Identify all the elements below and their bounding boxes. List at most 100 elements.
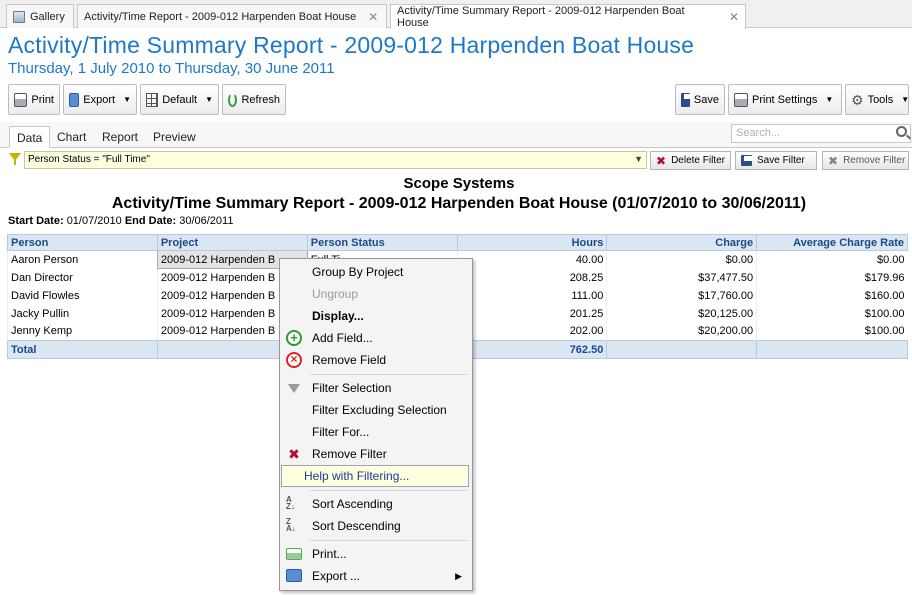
export-button[interactable]: Export ▼ bbox=[63, 84, 137, 115]
menu-item-filter-selection[interactable]: Filter Selection bbox=[280, 377, 472, 399]
tools-button[interactable]: ⚙ Tools ▼ bbox=[845, 84, 909, 115]
menu-item-add-field[interactable]: + Add Field... bbox=[280, 327, 472, 349]
tab-activity-time-report-label: Activity/Time Report - 2009-012 Harpende… bbox=[84, 10, 357, 23]
cell-charge[interactable]: $37,477.50 bbox=[606, 268, 757, 287]
cell-person[interactable]: David Flowles bbox=[7, 286, 158, 305]
menu-item-sort-ascending[interactable]: A Z↓ Sort Ascending bbox=[280, 493, 472, 515]
cell-charge[interactable]: $20,125.00 bbox=[606, 304, 757, 323]
tab-gallery[interactable]: Gallery bbox=[6, 4, 74, 28]
close-icon[interactable]: ✕ bbox=[729, 10, 739, 24]
grid-icon bbox=[146, 92, 159, 107]
total-label: Total bbox=[7, 340, 158, 359]
refresh-button[interactable]: Refresh bbox=[222, 84, 286, 115]
layout-default-button[interactable]: Default ▼ bbox=[140, 84, 219, 115]
export-icon bbox=[69, 92, 80, 107]
export-icon bbox=[286, 569, 302, 582]
printer-icon bbox=[734, 92, 748, 107]
menu-item-label: Sort Ascending bbox=[312, 497, 393, 511]
cell-charge[interactable]: $17,760.00 bbox=[606, 286, 757, 305]
cell-hours[interactable]: 111.00 bbox=[456, 286, 607, 305]
export-button-label: Export bbox=[83, 93, 116, 106]
remove-icon: × bbox=[286, 352, 302, 368]
company-name: Scope Systems bbox=[403, 175, 515, 192]
refresh-button-label: Refresh bbox=[241, 93, 280, 106]
chevron-down-icon: ▼ bbox=[901, 95, 910, 104]
menu-item-export[interactable]: Export ... ▶ bbox=[280, 565, 472, 587]
column-header-average-charge-rate[interactable]: Average Charge Rate bbox=[756, 234, 908, 251]
filter-icon bbox=[288, 384, 300, 393]
start-date-value: 01/07/2010 bbox=[66, 215, 122, 227]
printer-icon bbox=[286, 548, 302, 560]
filter-expression-combo[interactable]: Person Status = "Full Time" ▼ bbox=[24, 151, 647, 169]
menu-item-print[interactable]: Print... bbox=[280, 543, 472, 565]
tab-activity-time-summary-report-label: Activity/Time Summary Report - 2009-012 … bbox=[397, 5, 685, 29]
save-button[interactable]: Save bbox=[675, 84, 725, 115]
cell-average-charge-rate[interactable]: $100.00 bbox=[756, 322, 908, 341]
cell-average-charge-rate[interactable]: $100.00 bbox=[756, 304, 908, 323]
menu-item-label: Filter Excluding Selection bbox=[312, 403, 447, 417]
print-settings-button[interactable]: Print Settings ▼ bbox=[728, 84, 842, 115]
tab-data[interactable]: Data bbox=[9, 126, 51, 148]
remove-filter-button[interactable]: ✖ Remove Filter bbox=[822, 151, 909, 170]
search-input[interactable]: Search... bbox=[731, 124, 911, 143]
print-button[interactable]: Print bbox=[8, 84, 60, 115]
menu-item-label: Print... bbox=[312, 547, 347, 561]
view-tabs: Data Chart Report Preview Search... bbox=[0, 122, 912, 148]
tab-chart[interactable]: Chart bbox=[50, 126, 93, 148]
cell-average-charge-rate[interactable]: $160.00 bbox=[756, 286, 908, 305]
menu-item-label: Group By Project bbox=[312, 265, 404, 279]
chevron-down-icon: ▼ bbox=[123, 95, 131, 104]
sort-ascending-icon: A Z↓ bbox=[286, 495, 295, 511]
menu-item-filter-excluding-selection[interactable]: Filter Excluding Selection bbox=[280, 399, 472, 421]
tab-preview[interactable]: Preview bbox=[146, 126, 203, 148]
column-header-charge[interactable]: Charge bbox=[606, 234, 758, 251]
cell-person[interactable]: Dan Director bbox=[7, 268, 158, 287]
column-header-project[interactable]: Project bbox=[156, 234, 308, 251]
menu-item-label: Display... bbox=[312, 309, 364, 323]
menu-item-label: Filter For... bbox=[312, 425, 370, 439]
layout-default-label: Default bbox=[162, 93, 198, 106]
column-header-person-status[interactable]: Person Status bbox=[306, 234, 458, 251]
tab-activity-time-summary-report[interactable]: Activity/Time Summary Report - 2009-012 … bbox=[390, 4, 746, 29]
print-settings-label: Print Settings bbox=[752, 93, 818, 106]
menu-item-remove-field[interactable]: × Remove Field bbox=[280, 349, 472, 371]
cell-hours[interactable]: 201.25 bbox=[456, 304, 607, 323]
menu-item-sort-descending[interactable]: Z A↓ Sort Descending bbox=[280, 515, 472, 537]
printer-icon bbox=[14, 92, 28, 107]
close-icon[interactable]: ✕ bbox=[368, 10, 378, 24]
delete-filter-button[interactable]: ✖ Delete Filter bbox=[650, 151, 731, 170]
chevron-down-icon: ▼ bbox=[825, 95, 834, 104]
cell-person[interactable]: Aaron Person bbox=[7, 250, 158, 269]
tab-report[interactable]: Report bbox=[95, 126, 145, 148]
save-button-label: Save bbox=[693, 93, 719, 106]
column-header-hours[interactable]: Hours bbox=[456, 234, 608, 251]
cell-hours[interactable]: 202.00 bbox=[456, 322, 607, 341]
menu-item-label: Help with Filtering... bbox=[304, 469, 410, 483]
menu-item-group-by-project[interactable]: Group By Project bbox=[280, 261, 472, 283]
save-filter-button[interactable]: Save Filter bbox=[735, 151, 817, 170]
menu-item-help-with-filtering[interactable]: Help with Filtering... bbox=[281, 465, 469, 487]
cell-average-charge-rate[interactable]: $179.96 bbox=[756, 268, 908, 287]
menu-separator bbox=[310, 540, 468, 541]
menu-item-label: Export ... bbox=[312, 569, 361, 583]
column-header-person[interactable]: Person bbox=[7, 234, 158, 251]
search-icon[interactable] bbox=[896, 126, 907, 137]
menu-item-display[interactable]: Display... bbox=[280, 305, 472, 327]
cell-person[interactable]: Jacky Pullin bbox=[7, 304, 158, 323]
cell-hours[interactable]: 40.00 bbox=[456, 250, 607, 269]
sort-descending-icon: Z A↓ bbox=[286, 517, 296, 533]
chevron-down-icon[interactable]: ▼ bbox=[634, 154, 643, 164]
cell-hours[interactable]: 208.25 bbox=[456, 268, 607, 287]
tab-gallery-label: Gallery bbox=[30, 10, 65, 23]
cell-average-charge-rate[interactable]: $0.00 bbox=[756, 250, 908, 269]
cell-charge[interactable]: $0.00 bbox=[606, 250, 757, 269]
context-menu: Group By Project Ungroup Display... + Ad… bbox=[279, 258, 473, 591]
menu-item-ungroup[interactable]: Ungroup bbox=[280, 283, 472, 305]
menu-item-filter-for[interactable]: Filter For... bbox=[280, 421, 472, 443]
toolbar: Print Export ▼ Default ▼ Refresh Save Pr… bbox=[0, 82, 912, 118]
cell-person[interactable]: Jenny Kemp bbox=[7, 322, 158, 341]
tab-activity-time-report[interactable]: Activity/Time Report - 2009-012 Harpende… bbox=[77, 4, 387, 28]
remove-filter-label: Remove Filter bbox=[843, 155, 906, 166]
cell-charge[interactable]: $20,200.00 bbox=[606, 322, 757, 341]
menu-item-remove-filter[interactable]: ✖ Remove Filter bbox=[280, 443, 472, 465]
